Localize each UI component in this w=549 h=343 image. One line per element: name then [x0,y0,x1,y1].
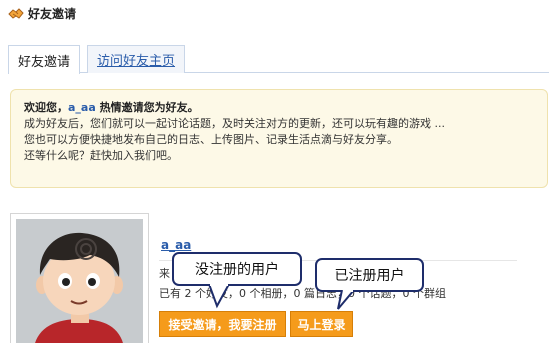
page-title: 好友邀请 [28,6,77,21]
notice-username: a_aa [68,101,96,114]
profile-line: 来 [159,267,170,280]
callout-registered: 已注册用户 [315,258,424,292]
notice-line: 您也可以方便快捷地发布自己的日志、上传图片、记录生活点滴与好友分享。 [24,133,398,146]
callout-tail [208,284,230,309]
invite-notice: 欢迎您，a_aa 热情邀请您为好友。 成为好友后，您们就可以一起讨论话题，及时关… [10,89,548,188]
avatar-image [16,219,143,343]
notice-greeting: 欢迎您，a_aa 热情邀请您为好友。 [24,101,199,114]
invite-hands-icon [8,8,24,19]
tab-visit-friend-home[interactable]: 访问好友主页 [87,45,186,73]
callout-tail [337,290,355,310]
avatar[interactable] [10,213,149,343]
tab-bar: 好友邀请 访问好友主页 [8,45,549,74]
cartoon-avatar-icon [16,219,143,343]
invite-page: 好友邀请 好友邀请 访问好友主页 欢迎您，a_aa 热情邀请您为好友。 成为好友… [0,0,549,343]
profile-username-link[interactable]: a_aa [161,238,191,252]
tab-friend-invite[interactable]: 好友邀请 [8,45,81,74]
callout-unregistered: 没注册的用户 [172,252,302,286]
login-now-button[interactable]: 马上登录 [290,311,353,337]
notice-line: 成为好友后，您们就可以一起讨论话题，及时关注对方的更新，还可以玩有趣的游戏 ..… [24,117,445,130]
notice-line: 还等什么呢？赶快加入我们吧。 [24,149,178,162]
accept-register-button[interactable]: 接受邀请，我要注册 [159,311,286,337]
page-header: 好友邀请 [8,3,76,23]
